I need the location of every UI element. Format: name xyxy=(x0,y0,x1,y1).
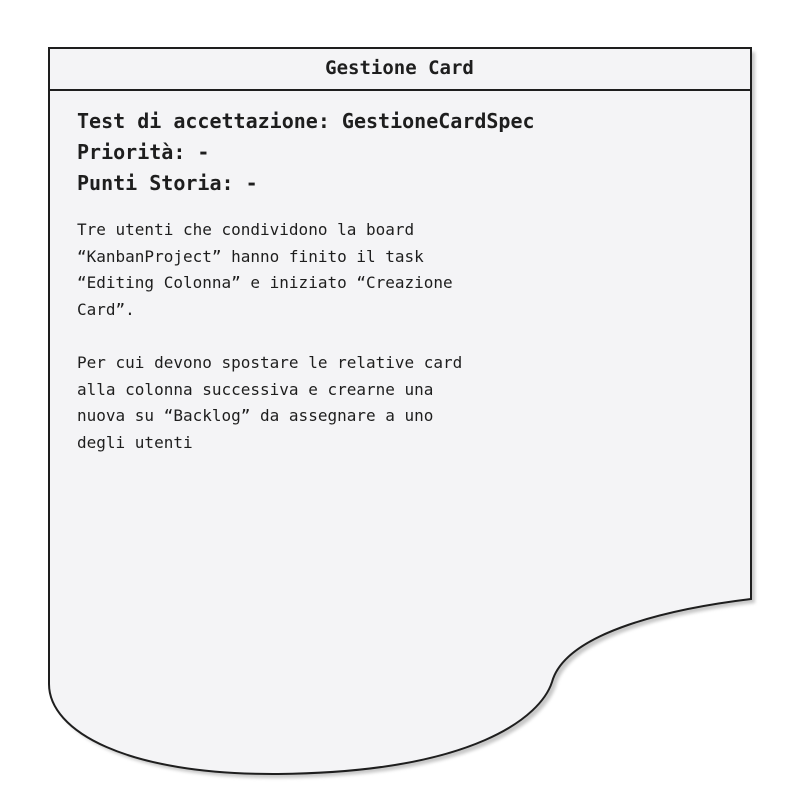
card-meta: Test di accettazione: GestioneCardSpec P… xyxy=(77,106,535,199)
story-points-label: Punti Storia: - xyxy=(77,171,258,195)
description-paragraph: Per cui devono spostare le relative card… xyxy=(77,353,463,452)
story-card-diagram: Gestione Card Test di accettazione: Gest… xyxy=(0,0,800,800)
card-description: Tre utenti che condividono la board “Kan… xyxy=(77,217,537,483)
description-paragraph: Tre utenti che condividono la board “Kan… xyxy=(77,220,453,319)
priority-label: Priorità: - xyxy=(77,140,210,164)
card-title: Gestione Card xyxy=(325,57,474,79)
acceptance-test-label: Test di accettazione: GestioneCardSpec xyxy=(77,109,535,133)
